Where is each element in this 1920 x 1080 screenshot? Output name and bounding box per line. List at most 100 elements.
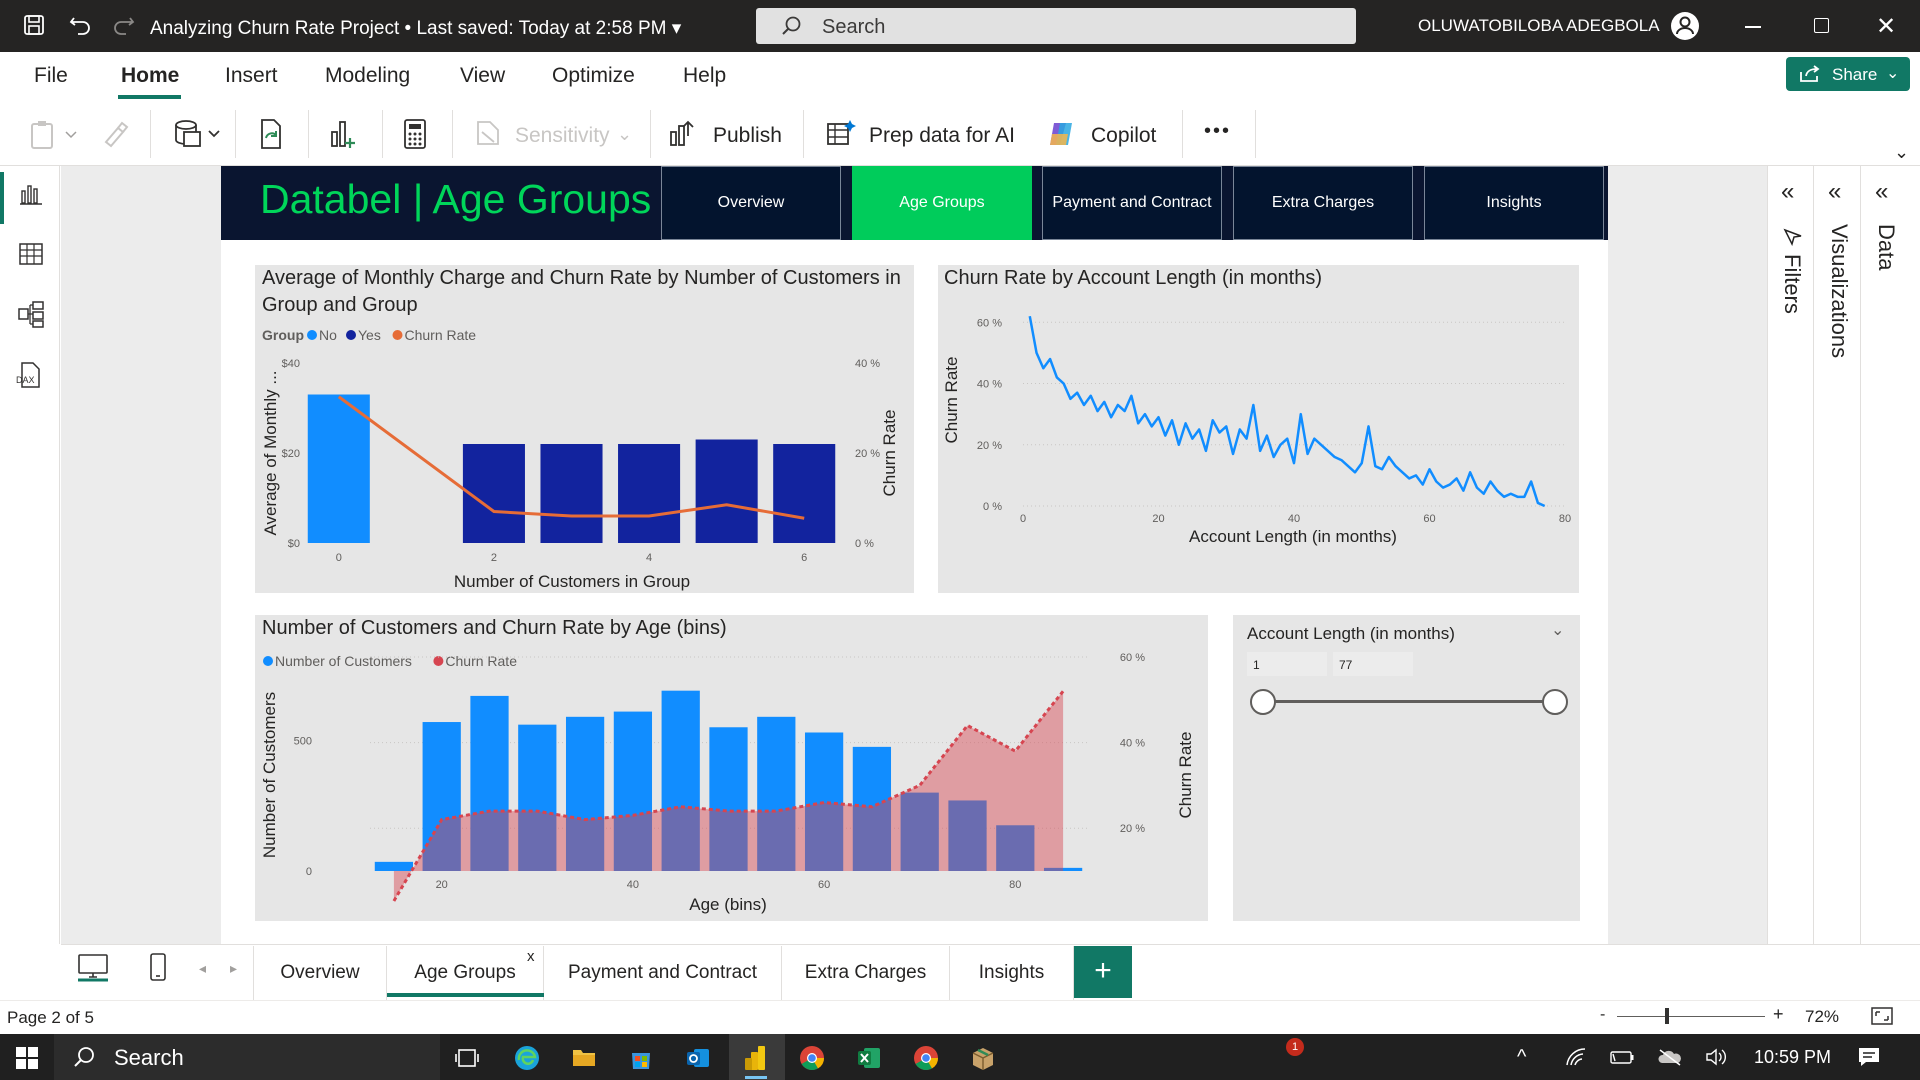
chart-avg-monthly-charge[interactable]: Average of Monthly Charge and Churn Rate… (255, 265, 914, 593)
refresh-icon[interactable] (256, 118, 286, 150)
nav-button-insights[interactable]: Insights (1424, 166, 1604, 240)
visualizations-pane-label[interactable]: Visualizations (1826, 224, 1852, 358)
save-icon[interactable] (22, 13, 46, 37)
menu-help[interactable]: Help (683, 64, 726, 88)
document-title[interactable]: Analyzing Churn Rate Project • Last save… (150, 17, 681, 40)
package-app-icon[interactable] (970, 1045, 996, 1071)
onedrive-icon[interactable] (1657, 1048, 1683, 1066)
dax-query-view-icon[interactable]: DAX (14, 360, 44, 390)
excel-icon[interactable] (856, 1045, 882, 1071)
menu-home[interactable]: Home (121, 64, 179, 88)
zoom-slider[interactable] (1617, 1016, 1765, 1017)
nav-button-extra-charges[interactable]: Extra Charges (1233, 166, 1413, 240)
nav-button-overview[interactable]: Overview (661, 166, 841, 240)
menu-insert[interactable]: Insert (225, 64, 278, 88)
chevron-down-icon[interactable]: ⌄ (1551, 620, 1564, 640)
volume-icon[interactable] (1704, 1047, 1728, 1067)
search-input[interactable]: Search (756, 8, 1356, 44)
slider-track (1263, 700, 1553, 703)
y-tick-label: 60 % (977, 317, 1002, 329)
taskbar-search[interactable]: Search (54, 1034, 440, 1080)
get-data-icon[interactable] (172, 118, 226, 150)
page-tab-age-groups[interactable]: Age Groups (387, 946, 544, 1000)
expand-data-icon[interactable]: « (1875, 178, 1888, 206)
format-painter-icon[interactable] (100, 120, 130, 148)
task-view-icon[interactable] (455, 1046, 481, 1070)
user-name[interactable]: OLUWATOBILOBA ADEGBOLA (1418, 16, 1660, 36)
filters-pane-label[interactable]: Filters (1779, 254, 1805, 314)
scroll-right-icon[interactable]: ▸ (230, 960, 237, 977)
sensitivity-icon (474, 118, 502, 148)
chart-churn-by-account-length[interactable]: Churn Rate by Account Length (in months)… (938, 265, 1579, 593)
paste-icon[interactable] (30, 120, 80, 150)
close-icon[interactable]: ✕ (1876, 12, 1896, 41)
prep-data-for-ai-button[interactable]: Prep data for AI (869, 124, 1015, 148)
nav-button-age-groups[interactable]: Age Groups (852, 166, 1032, 240)
restore-icon[interactable] (1814, 18, 1829, 33)
share-button[interactable]: Share ⌄ (1786, 57, 1910, 91)
report-view-icon[interactable] (18, 182, 44, 206)
menu-file[interactable]: File (34, 64, 68, 88)
battery-icon[interactable] (1609, 1048, 1635, 1066)
x-tick-label: 40 (1288, 513, 1300, 525)
expand-visualizations-icon[interactable]: « (1828, 178, 1841, 206)
new-visual-icon[interactable] (328, 118, 358, 150)
chart-customers-by-age[interactable]: Number of Customers and Churn Rate by Ag… (255, 615, 1208, 921)
menu-optimize[interactable]: Optimize (552, 64, 635, 88)
close-tab-icon[interactable]: x (527, 948, 535, 965)
publish-button[interactable]: Publish (713, 124, 782, 148)
undo-icon[interactable] (68, 12, 94, 36)
account-length-slicer[interactable]: Account Length (in months) ⌄ 1 77 (1233, 615, 1580, 921)
power-bi-icon[interactable] (742, 1044, 768, 1072)
chrome-profile-icon[interactable] (913, 1045, 939, 1071)
active-view-indicator (0, 172, 4, 224)
page-tab-payment-and-contract[interactable]: Payment and Contract (544, 946, 782, 1000)
calculator-icon[interactable] (402, 118, 428, 150)
page-tab-insights[interactable]: Insights (950, 946, 1074, 1000)
zoom-out-icon[interactable]: - (1600, 1006, 1605, 1024)
notification-center-icon[interactable] (1857, 1045, 1881, 1069)
page-tab-overview[interactable]: Overview (253, 946, 387, 1000)
redo-icon[interactable] (110, 12, 136, 36)
add-page-button[interactable]: + (1074, 946, 1132, 998)
wifi-icon[interactable] (1565, 1047, 1587, 1067)
copilot-icon[interactable] (1046, 120, 1076, 148)
data-pane-label[interactable]: Data (1873, 224, 1899, 270)
prep-data-icon[interactable] (826, 118, 856, 148)
bar-yes (695, 439, 758, 543)
menu-modeling[interactable]: Modeling (325, 64, 410, 88)
chevron-up-icon[interactable]: ^ (1517, 1046, 1526, 1069)
store-icon[interactable] (628, 1045, 654, 1071)
x-tick-label: 2 (491, 552, 497, 564)
chrome-icon[interactable] (799, 1045, 825, 1071)
slicer-min-input[interactable]: 1 (1247, 652, 1327, 676)
scroll-left-icon[interactable]: ◂ (199, 960, 206, 977)
table-view-icon[interactable] (18, 242, 44, 266)
legend-item: Yes (358, 327, 381, 343)
edge-icon[interactable] (514, 1045, 540, 1071)
collapse-ribbon-icon[interactable]: ⌄ (1894, 142, 1909, 163)
clock[interactable]: 10:59 PM (1754, 1047, 1831, 1068)
filter-icon (1783, 226, 1803, 246)
slider-max-handle[interactable] (1542, 689, 1568, 715)
fit-to-page-icon[interactable] (1870, 1006, 1894, 1026)
windows-start-icon[interactable] (15, 1046, 39, 1070)
model-view-icon[interactable] (17, 300, 45, 328)
outlook-icon[interactable] (685, 1045, 711, 1071)
mobile-layout-icon[interactable] (148, 952, 168, 982)
menu-view[interactable]: View (460, 64, 505, 88)
publish-icon[interactable] (668, 118, 698, 148)
page-tab-extra-charges[interactable]: Extra Charges (782, 946, 950, 1000)
nav-button-payment-and-contract[interactable]: Payment and Contract (1042, 166, 1222, 240)
slicer-max-input[interactable]: 77 (1333, 652, 1413, 676)
file-explorer-icon[interactable] (571, 1045, 597, 1069)
more-options-icon[interactable]: ••• (1204, 120, 1231, 143)
slider-min-handle[interactable] (1250, 689, 1276, 715)
account-avatar-icon[interactable] (1670, 11, 1700, 41)
desktop-layout-icon[interactable] (76, 952, 110, 982)
copilot-button[interactable]: Copilot (1091, 124, 1156, 148)
zoom-slider-thumb[interactable] (1665, 1008, 1669, 1024)
zoom-in-icon[interactable]: + (1773, 1004, 1784, 1025)
expand-filters-icon[interactable]: « (1781, 178, 1794, 206)
minimize-icon[interactable] (1745, 26, 1761, 28)
